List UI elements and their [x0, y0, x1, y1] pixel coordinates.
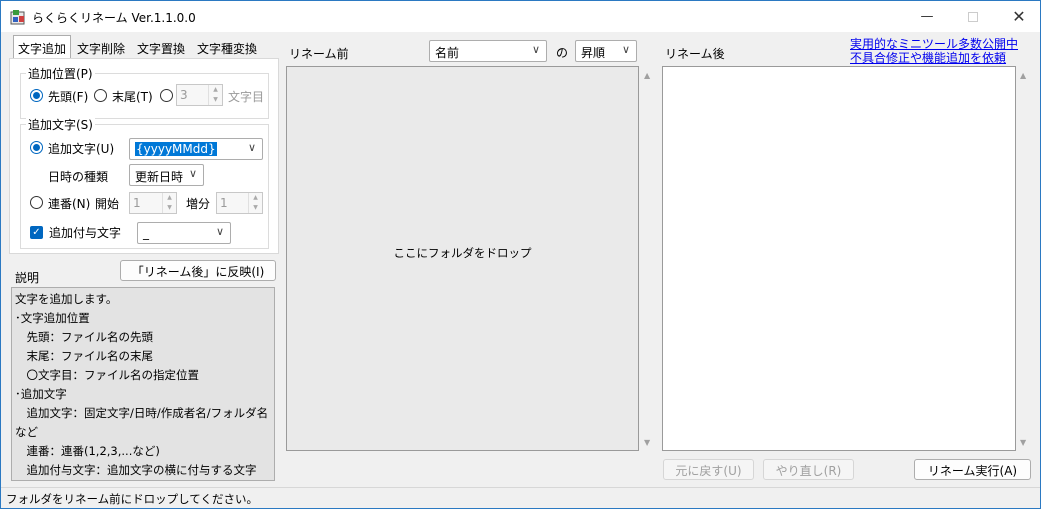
scroll-up-icon[interactable]: ▲: [644, 71, 650, 80]
position-unit-label: 文字目: [228, 90, 265, 104]
start-value: 1: [133, 196, 141, 210]
app-icon: [10, 9, 26, 25]
sort-key-value: 名前: [435, 46, 460, 60]
add-text-value: {yyyyMMdd}: [135, 142, 217, 156]
description-line: 文字を追加します。: [15, 292, 118, 306]
chevron-down-icon: ∨: [621, 43, 630, 56]
scroll-down-icon[interactable]: ▼: [644, 438, 650, 447]
maximize-icon: [968, 11, 978, 22]
app-window: らくらくリネーム Ver.1.1.0.0 — ✕ 文字追加 文字削除 文字置換 …: [0, 0, 1041, 509]
radio-head-label[interactable]: 先頭(F): [48, 88, 88, 105]
tab-add-text[interactable]: 文字追加: [13, 35, 72, 59]
description-line: ･追加文字: [15, 387, 67, 401]
before-label: リネーム前: [289, 47, 349, 61]
tab-convert-type[interactable]: 文字種変換: [193, 37, 261, 58]
status-text: フォルダをリネーム前にドロップしてください。: [6, 492, 258, 506]
chevron-down-icon: ∨: [247, 141, 256, 154]
radio-head[interactable]: [30, 89, 43, 102]
chevron-down-icon: ∨: [531, 43, 540, 56]
window-title: らくらくリネーム Ver.1.1.0.0: [32, 11, 196, 25]
close-icon: ✕: [1012, 7, 1026, 26]
description-line: など: [15, 425, 38, 439]
separator-value: _: [143, 226, 149, 240]
chevron-down-icon: ∨: [215, 225, 224, 238]
separator-label[interactable]: 追加付与文字: [49, 224, 121, 241]
radio-position[interactable]: [160, 89, 173, 102]
description-line: 先頭：ファイル名の先頭: [15, 330, 153, 344]
radio-tail[interactable]: [94, 89, 107, 102]
tab-delete-text[interactable]: 文字削除: [73, 37, 129, 58]
increment-stepper[interactable]: 1 ▲ ▼: [216, 192, 263, 214]
after-label: リネーム後: [665, 47, 725, 61]
sort-order-value: 昇順: [581, 46, 606, 60]
before-drop-area[interactable]: ここにフォルダをドロップ: [286, 66, 639, 451]
reflect-to-after-button[interactable]: 「リネーム後」に反映(I): [120, 260, 276, 281]
radio-serial-label[interactable]: 連番(N): [48, 195, 90, 212]
stepper-arrows-icon: ▲ ▼: [162, 193, 176, 213]
start-stepper[interactable]: 1 ▲ ▼: [129, 192, 177, 214]
position-value: 3: [180, 88, 188, 102]
minimize-button[interactable]: —: [904, 1, 950, 32]
title-bar: らくらくリネーム Ver.1.1.0.0 — ✕: [1, 1, 1040, 32]
description-line: 追加文字：固定文字/日時/作成者名/フォルダ名: [15, 406, 269, 420]
sort-joiner-label: の: [556, 46, 569, 60]
after-list-area: [662, 66, 1016, 451]
stepper-arrows-icon: ▲ ▼: [208, 85, 222, 105]
drop-hint: ここにフォルダをドロップ: [393, 246, 532, 260]
radio-add-text-label[interactable]: 追加文字(U): [48, 140, 114, 157]
separator-checkbox[interactable]: ✓: [30, 226, 43, 239]
description-line: 追加付与文字：追加文字の横に付与する文字: [15, 463, 257, 477]
radio-add-text[interactable]: [30, 141, 43, 154]
description-title: 説明: [15, 271, 40, 285]
redo-button[interactable]: やり直し(R): [763, 459, 854, 480]
tab-replace-text[interactable]: 文字置換: [133, 37, 189, 58]
increment-value: 1: [220, 196, 228, 210]
minimize-icon: —: [920, 9, 934, 24]
radio-tail-label[interactable]: 末尾(T): [112, 88, 153, 105]
close-button[interactable]: ✕: [996, 1, 1041, 32]
datetime-kind-select[interactable]: 更新日時 ∨: [129, 164, 204, 186]
add-position-group-label: 追加位置(P): [26, 65, 95, 82]
separator-combo[interactable]: _ ∨: [137, 222, 231, 244]
description-line: ･文字追加位置: [15, 311, 90, 325]
description-line: 〇文字目：ファイル名の指定位置: [15, 368, 199, 382]
start-label: 開始: [95, 197, 120, 211]
scroll-up-icon[interactable]: ▲: [1020, 71, 1026, 80]
scroll-down-icon[interactable]: ▼: [1020, 438, 1026, 447]
datetime-kind-value: 更新日時: [135, 170, 184, 184]
position-stepper[interactable]: 3 ▲ ▼: [176, 84, 223, 106]
increment-label: 増分: [186, 197, 211, 211]
add-text-combo[interactable]: {yyyyMMdd} ∨: [129, 138, 263, 160]
status-bar: フォルダをリネーム前にドロップしてください。: [1, 487, 1040, 508]
datetime-kind-label: 日時の種類: [48, 170, 109, 184]
description-box: 文字を追加します。 ･文字追加位置 先頭：ファイル名の先頭 末尾：ファイル名の末…: [11, 287, 275, 481]
stepper-arrows-icon: ▲ ▼: [248, 193, 262, 213]
request-link[interactable]: 不具合修正や機能追加を依頼: [850, 49, 1006, 66]
radio-serial[interactable]: [30, 196, 43, 209]
description-line: 連番：連番(1,2,3,...など): [15, 444, 160, 458]
chevron-down-icon: ∨: [188, 167, 197, 180]
description-line: 末尾：ファイル名の末尾: [15, 349, 153, 363]
sort-key-select[interactable]: 名前 ∨: [429, 40, 547, 62]
sort-order-select[interactable]: 昇順 ∨: [575, 40, 637, 62]
undo-button[interactable]: 元に戻す(U): [663, 459, 754, 480]
maximize-button[interactable]: [950, 1, 996, 32]
checkmark-icon: ✓: [32, 227, 41, 238]
rename-execute-button[interactable]: リネーム実行(A): [914, 459, 1031, 480]
add-text-group-label: 追加文字(S): [26, 116, 95, 133]
